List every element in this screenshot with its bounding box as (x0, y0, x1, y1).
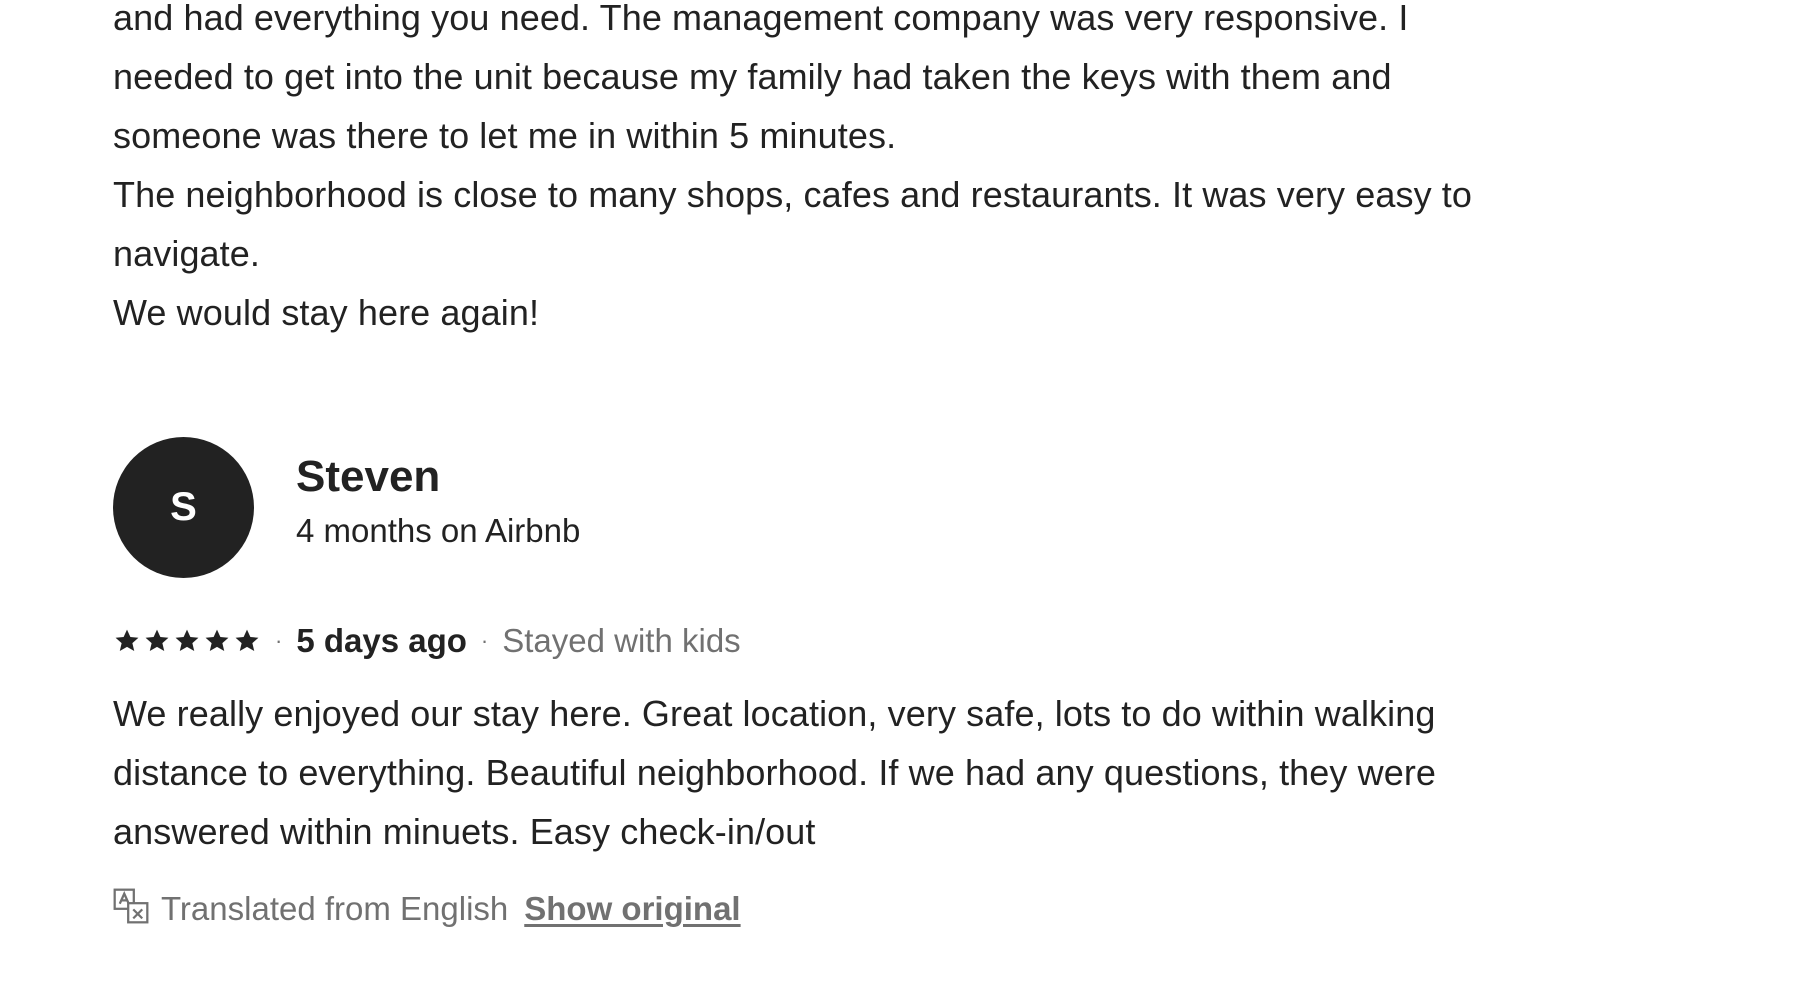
review-text-line: answered within minuets. Easy check-in/o… (113, 811, 816, 852)
reviewer-tenure: 4 months on Airbnb (296, 512, 581, 549)
star-icon (235, 629, 259, 652)
avatar[interactable]: S (113, 436, 254, 578)
review-body: We really enjoyed our stay here. Great l… (113, 684, 1713, 861)
review-text-line: someone was there to let me in within 5 … (113, 115, 897, 156)
reviewer-header: S Steven 4 months on Airbnb (113, 436, 1713, 578)
trip-type: Stayed with kids (502, 622, 741, 659)
translation-note: Translated from English (161, 890, 509, 927)
star-icon (205, 629, 229, 652)
previous-review-text: and had everything you need. The managem… (113, 0, 1713, 342)
reviewer-info: Steven 4 months on Airbnb (296, 449, 580, 557)
separator-dot: · (275, 628, 283, 653)
review-date: 5 days ago (296, 622, 467, 659)
review-text-line: distance to everything. Beautiful neighb… (113, 752, 1437, 793)
reviewer-name: Steven (296, 452, 441, 501)
review-text-line: navigate. (113, 233, 261, 274)
separator-dot: · (480, 628, 489, 653)
translation-note-row: Translated from English Show original (113, 879, 1713, 939)
review-card: S Steven 4 months on Airbnb · 5 days ago… (113, 436, 1713, 939)
star-rating (113, 627, 261, 655)
avatar-initial: S (170, 484, 197, 529)
review-text-line: needed to get into the unit because my f… (113, 56, 1392, 97)
review-text-line: We really enjoyed our stay here. Great l… (113, 693, 1436, 734)
review-text-line: We would stay here again! (113, 292, 540, 333)
translate-icon (113, 888, 149, 924)
review-text-line: and had everything you need. The managem… (113, 0, 1409, 38)
review-text-line: The neighborhood is close to many shops,… (113, 174, 1473, 215)
review-meta: · 5 days ago · Stayed with kids (113, 616, 1713, 666)
show-original-link[interactable]: Show original (524, 890, 740, 928)
star-icon (145, 629, 169, 652)
star-icon (175, 629, 199, 652)
star-icon (115, 629, 139, 652)
